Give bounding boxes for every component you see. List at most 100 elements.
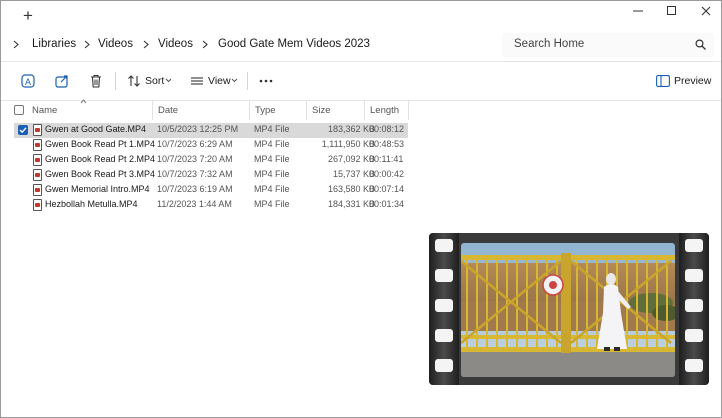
- breadcrumb-videos[interactable]: Videos: [98, 38, 133, 50]
- more-options-button[interactable]: [257, 72, 275, 90]
- divider: [1, 100, 721, 101]
- file-type: MP4 File: [254, 124, 290, 134]
- sort-icon-wrap[interactable]: [125, 72, 143, 90]
- preview-pane-icon: [656, 75, 670, 87]
- sprocket-hole: [435, 299, 453, 312]
- file-name[interactable]: Gwen Book Read Pt 2.MP4: [45, 154, 155, 164]
- more-icon: [259, 79, 273, 83]
- sort-icon: [128, 75, 140, 87]
- file-length: 00:11:41: [369, 154, 404, 164]
- view-icon-wrap[interactable]: [188, 72, 206, 90]
- breadcrumb-videos-sub[interactable]: Videos: [158, 38, 193, 50]
- table-row[interactable]: Gwen Book Read Pt 3.MP4 10/7/2023 7:32 A…: [14, 168, 408, 183]
- video-file-icon: [33, 124, 42, 136]
- delete-icon: [91, 74, 101, 88]
- table-row[interactable]: Hezbollah Metulla.MP4 11/2/2023 1:44 AM …: [14, 198, 408, 213]
- film-strip-left: [429, 233, 459, 385]
- table-row[interactable]: Gwen Book Read Pt 2.MP4 10/7/2023 7:20 A…: [14, 153, 408, 168]
- file-type: MP4 File: [254, 154, 290, 164]
- video-file-icon: [33, 184, 42, 196]
- toolbar-divider: [115, 72, 116, 90]
- file-date: 10/7/2023 6:29 AM: [157, 139, 233, 149]
- sprocket-hole: [435, 269, 453, 282]
- column-divider[interactable]: [408, 101, 409, 120]
- file-length: 00:48:53: [369, 139, 405, 149]
- file-type: MP4 File: [254, 169, 290, 179]
- minimize-icon: [633, 10, 643, 12]
- file-length: 00:00:42: [369, 169, 405, 179]
- preview-button[interactable]: Preview: [674, 75, 711, 87]
- video-file-icon: [33, 199, 42, 211]
- sort-up-caret-icon: [80, 99, 87, 104]
- sort-button[interactable]: Sort: [145, 75, 164, 87]
- file-name[interactable]: Gwen Book Read Pt 1.MP4: [45, 139, 155, 149]
- file-size: 163,580 KB: [327, 184, 375, 194]
- column-divider[interactable]: [306, 101, 307, 120]
- file-explorer-window: + Libraries Videos Videos Good Gate Mem …: [0, 0, 722, 418]
- video-file-icon: [33, 139, 42, 151]
- search-box[interactable]: Search Home: [502, 33, 714, 57]
- table-row[interactable]: Gwen Memorial Intro.MP4 10/7/2023 6:19 A…: [14, 183, 408, 198]
- file-name[interactable]: Hezbollah Metulla.MP4: [45, 199, 138, 209]
- chevron-down-icon: [165, 78, 172, 83]
- chevron-right-icon: [13, 40, 19, 49]
- column-header-size[interactable]: Size: [312, 105, 330, 116]
- column-header-length[interactable]: Length: [370, 105, 399, 116]
- table-row[interactable]: Gwen at Good Gate.MP4 10/5/2023 12:25 PM…: [14, 123, 408, 138]
- file-name[interactable]: Gwen Book Read Pt 3.MP4: [45, 169, 155, 179]
- file-name[interactable]: Gwen Memorial Intro.MP4: [45, 184, 150, 194]
- search-input[interactable]: Search Home: [514, 38, 584, 50]
- delete-button[interactable]: [87, 72, 105, 90]
- ai-rename-button[interactable]: A: [19, 72, 37, 90]
- breadcrumb-current-folder[interactable]: Good Gate Mem Videos 2023: [218, 38, 370, 50]
- video-frame-image: [461, 243, 675, 377]
- maximize-icon: [667, 6, 676, 15]
- file-length: 00:08:12: [369, 124, 405, 134]
- row-checkbox[interactable]: [18, 125, 28, 135]
- minimize-button[interactable]: [621, 1, 655, 21]
- sprocket-hole: [435, 239, 453, 252]
- file-size: 15,737 KB: [332, 169, 375, 179]
- file-name[interactable]: Gwen at Good Gate.MP4: [45, 124, 146, 134]
- preview-pane-icon-wrap[interactable]: [654, 72, 672, 90]
- breadcrumb-libraries[interactable]: Libraries: [32, 38, 76, 50]
- ai-rename-icon: A: [21, 74, 35, 88]
- file-type: MP4 File: [254, 184, 290, 194]
- column-header-date[interactable]: Date: [158, 105, 178, 116]
- view-icon: [191, 77, 203, 85]
- sprocket-hole: [685, 269, 703, 282]
- title-bar: +: [1, 1, 721, 31]
- film-strip-right: [679, 233, 709, 385]
- close-button[interactable]: [689, 1, 722, 21]
- chevron-right-icon: [84, 40, 90, 49]
- file-date: 10/7/2023 6:19 AM: [157, 184, 233, 194]
- share-icon: [55, 75, 68, 88]
- column-header-name[interactable]: Name: [32, 105, 57, 116]
- file-size: 183,362 KB: [327, 124, 375, 134]
- maximize-button[interactable]: [655, 1, 689, 21]
- gate-scene-image: [461, 243, 675, 377]
- sprocket-hole: [685, 329, 703, 342]
- view-button[interactable]: View: [208, 75, 231, 87]
- file-size: 184,331 KB: [327, 199, 375, 209]
- close-icon: [701, 6, 711, 16]
- column-divider[interactable]: [152, 101, 153, 120]
- table-row[interactable]: Gwen Book Read Pt 1.MP4 10/7/2023 6:29 A…: [14, 138, 408, 153]
- video-file-icon: [33, 154, 42, 166]
- file-date: 11/2/2023 1:44 AM: [157, 199, 232, 209]
- new-tab-button[interactable]: +: [17, 6, 39, 26]
- select-all-checkbox[interactable]: [14, 105, 24, 115]
- video-file-icon: [33, 169, 42, 181]
- column-divider[interactable]: [249, 101, 250, 120]
- search-icon[interactable]: [695, 39, 706, 50]
- toolbar-divider: [247, 72, 248, 90]
- column-divider[interactable]: [364, 101, 365, 120]
- column-header-type[interactable]: Type: [255, 105, 276, 116]
- chevron-down-icon: [231, 78, 238, 83]
- sprocket-hole: [435, 329, 453, 342]
- file-length: 00:01:34: [369, 199, 405, 209]
- share-button[interactable]: [53, 72, 71, 90]
- sprocket-hole: [685, 239, 703, 252]
- file-date: 10/5/2023 12:25 PM: [157, 124, 239, 134]
- command-bar: A Sort View Preview: [1, 62, 721, 100]
